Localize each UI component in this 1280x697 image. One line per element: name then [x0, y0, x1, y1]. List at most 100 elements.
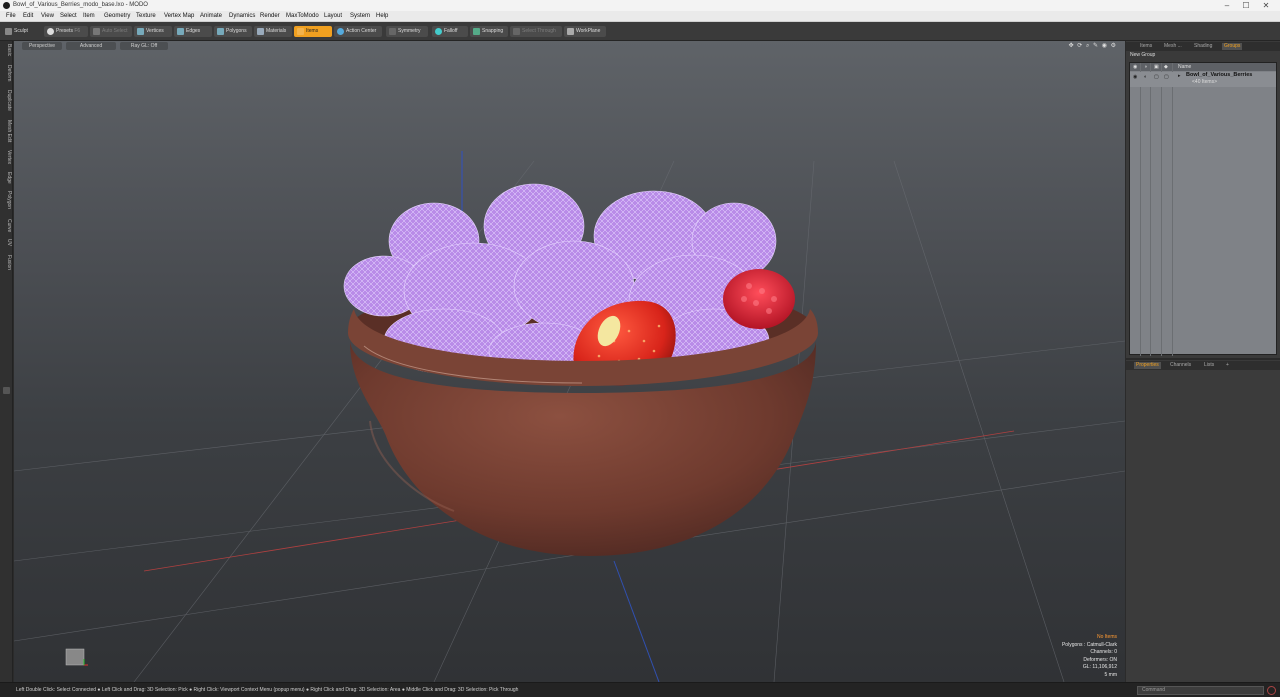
close-button[interactable]: ✕: [1261, 1, 1271, 10]
tab-basic[interactable]: Basic: [1, 44, 12, 56]
tab-vertex[interactable]: Vertex: [1, 150, 12, 164]
viewport-header: Perspective Advanced Ray GL: Off ✥ ⟳ ⌕ ✎…: [14, 41, 1125, 51]
select-through-icon: [513, 28, 520, 35]
status-bar: Left Double Click: Select Connected ● Le…: [0, 682, 1280, 697]
menu-layout[interactable]: Layout: [324, 13, 342, 19]
view-perspective-dropdown[interactable]: Perspective: [22, 42, 62, 50]
menu-dynamics[interactable]: Dynamics: [229, 13, 255, 19]
menu-animate[interactable]: Animate: [200, 13, 222, 19]
items-count: No Items: [1096, 634, 1117, 640]
tab-duplicate[interactable]: Duplicate: [1, 90, 12, 111]
group-name: Bowl_of_Various_Berries: [1186, 72, 1253, 78]
snapping-icon: [473, 28, 480, 35]
tab-deform[interactable]: Deform: [1, 65, 12, 81]
menu-vertex-map[interactable]: Vertex Map: [164, 13, 194, 19]
expand-arrow-icon[interactable]: ▸: [1178, 73, 1181, 79]
new-group-button[interactable]: New Group: [1130, 52, 1155, 58]
group-item-count: <40 Items>: [1192, 79, 1218, 85]
polygons-button[interactable]: Polygons: [214, 26, 252, 37]
3d-viewport[interactable]: Perspective Advanced Ray GL: Off ✥ ⟳ ⌕ ✎…: [14, 41, 1125, 682]
falloff-icon: [435, 28, 442, 35]
sculpt-icon: [5, 28, 12, 35]
col-divider: [1140, 63, 1141, 356]
tab-mesh[interactable]: Mesh ...: [1162, 43, 1184, 50]
polygons-icon: [217, 28, 224, 35]
presets-button[interactable]: Presets F6: [44, 26, 88, 37]
menu-system[interactable]: System: [350, 13, 370, 19]
maximize-button[interactable]: ☐: [1241, 1, 1251, 10]
menu-render[interactable]: Render: [260, 13, 280, 19]
scene-render: [14, 151, 1125, 682]
col-divider: [1150, 63, 1151, 356]
tab-uv[interactable]: UV: [1, 239, 12, 246]
vertices-icon: [137, 28, 144, 35]
eye-column-icon: ◉: [1133, 64, 1138, 70]
add-tab-button[interactable]: +: [1224, 362, 1231, 369]
tab-items[interactable]: Items: [1138, 43, 1154, 50]
menu-bar: File Edit View Select Item Geometry Text…: [0, 11, 1280, 22]
auto-select-button[interactable]: Auto Select: [90, 26, 132, 37]
tab-mesh-edit[interactable]: Mesh Edit: [1, 120, 12, 142]
action-center-button[interactable]: Action Center: [334, 26, 382, 37]
render-icon[interactable]: ▢: [1154, 74, 1159, 80]
items-icon: [297, 28, 304, 35]
tab-curve[interactable]: Curve: [1, 219, 12, 232]
workplane-button[interactable]: WorkPlane: [564, 26, 606, 37]
render-column-icon: ▣: [1154, 64, 1159, 70]
tab-fusion[interactable]: Fusion: [1, 255, 12, 270]
menu-view[interactable]: View: [41, 13, 54, 19]
tab-groups[interactable]: Groups: [1222, 43, 1243, 50]
group-row[interactable]: ◉ ◐ ▢ ▢ ▸ Bowl_of_Various_Berries <40 It…: [1130, 72, 1276, 87]
main-toolbar: Sculpt Presets F6 Auto Select Vertices E…: [0, 22, 1280, 41]
viewport-info: No Items Polygons : Catmull-Clark Channe…: [1062, 634, 1117, 679]
minimize-button[interactable]: –: [1222, 1, 1232, 10]
materials-button[interactable]: Materials: [254, 26, 292, 37]
menu-help[interactable]: Help: [376, 13, 388, 19]
groups-panel-tabs: Items Mesh ... Shading Groups: [1126, 42, 1280, 51]
groups-list-header: ◉ ◑ ▣ ◆ Name: [1130, 63, 1276, 71]
col-divider: [1161, 63, 1162, 356]
viewport-nav-icons[interactable]: ✥ ⟳ ⌕ ✎ ◉ ⚙: [1069, 42, 1117, 50]
tool-tabs: Basic Deform Duplicate Mesh Edit Vertex …: [0, 41, 13, 682]
lock-icon[interactable]: ◐: [1144, 74, 1147, 80]
col-divider: [1172, 63, 1173, 356]
sculpt-button[interactable]: Sculpt: [2, 26, 32, 37]
ray-gl-dropdown[interactable]: Ray GL: Off: [120, 42, 168, 50]
edges-button[interactable]: Edges: [174, 26, 212, 37]
tab-properties[interactable]: Properties: [1134, 362, 1161, 369]
panel-splitter[interactable]: [1126, 358, 1280, 360]
right-panel: Items Mesh ... Shading Groups New Group …: [1126, 41, 1280, 682]
command-input[interactable]: Command: [1137, 686, 1264, 695]
select-icon[interactable]: ▢: [1164, 74, 1169, 80]
materials-icon: [257, 28, 264, 35]
select-through-button[interactable]: Select Through: [510, 26, 562, 37]
gl-info: GL: 11,106,912: [1082, 664, 1117, 670]
menu-item[interactable]: Item: [83, 13, 95, 19]
menu-geometry[interactable]: Geometry: [104, 13, 130, 19]
shading-style-dropdown[interactable]: Advanced: [66, 42, 116, 50]
symmetry-button[interactable]: Symmetry: [386, 26, 428, 37]
auto-select-icon: [93, 28, 100, 35]
menu-edit[interactable]: Edit: [23, 13, 33, 19]
tab-edge[interactable]: Edge: [1, 172, 12, 184]
snapping-button[interactable]: Snapping: [470, 26, 508, 37]
channels-info: Channels: 0: [1090, 649, 1117, 655]
menu-texture[interactable]: Texture: [136, 13, 156, 19]
menu-file[interactable]: File: [6, 13, 16, 19]
deformers-info: Deformers: ON: [1083, 656, 1117, 663]
groups-list: ◉ ◑ ▣ ◆ Name ◉ ◐ ▢ ▢ ▸ Bowl_of_Various_B…: [1129, 62, 1277, 356]
menu-maxtomodo[interactable]: MaxToModo: [286, 13, 319, 19]
expand-tools-icon[interactable]: [3, 387, 10, 394]
tab-shading[interactable]: Shading: [1192, 43, 1214, 50]
vertices-button[interactable]: Vertices: [134, 26, 172, 37]
items-button[interactable]: Items: [294, 26, 332, 37]
status-message: Left Double Click: Select Connected ● Le…: [16, 687, 519, 693]
tab-polygon[interactable]: Polygon: [1, 191, 12, 209]
visibility-icon[interactable]: ◉: [1133, 74, 1137, 80]
command-history-icon[interactable]: [1267, 686, 1276, 695]
tab-channels[interactable]: Channels: [1168, 362, 1193, 369]
name-column-header: Name: [1178, 64, 1192, 70]
tab-lists[interactable]: Lists: [1202, 362, 1216, 369]
falloff-button[interactable]: Falloff: [432, 26, 468, 37]
menu-select[interactable]: Select: [60, 13, 77, 19]
